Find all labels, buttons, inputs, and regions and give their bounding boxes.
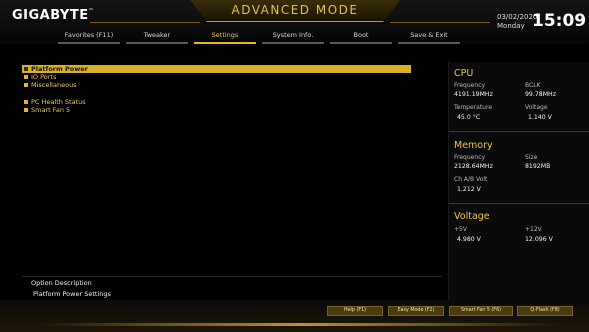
memory-volt-value: 1.212 V	[457, 186, 481, 193]
smart-fan-button[interactable]: Smart Fan 5 (F6)	[449, 306, 513, 316]
bullet-icon	[24, 67, 28, 71]
brand-name: GIGABYTE	[12, 8, 89, 23]
menu-item-io-ports[interactable]: IO Ports	[22, 73, 414, 81]
bullet-icon	[24, 75, 28, 79]
trademark-mark: ™	[88, 8, 95, 14]
voltage-12v-value: 12.096 V	[525, 236, 553, 243]
option-description-title: Option Description	[31, 279, 92, 287]
menu-item-label: IO Ports	[31, 73, 57, 81]
page-title: ADVANCED MODE	[231, 3, 359, 17]
brand-logo: GIGABYTE™	[12, 8, 94, 23]
cpu-title: CPU	[454, 68, 474, 79]
q-flash-button[interactable]: Q-Flash (F8)	[517, 306, 573, 316]
tab-save-exit[interactable]: Save & Exit	[398, 30, 460, 44]
menu-gap	[22, 89, 414, 98]
voltage-12v-label: +12V	[525, 226, 542, 233]
cpu-frequency-value: 4191.19MHz	[454, 91, 493, 98]
option-description-text: Platform Power Settings	[33, 290, 111, 298]
menu-item-platform-power[interactable]: Platform Power	[22, 65, 411, 73]
section-divider	[449, 203, 589, 204]
tab-boot[interactable]: Boot	[330, 30, 392, 44]
memory-frequency-value: 2128.64MHz	[454, 163, 493, 170]
cpu-temperature-label: Temperature	[454, 104, 493, 111]
help-button[interactable]: Help (F1)	[327, 306, 383, 316]
bullet-icon	[24, 83, 28, 87]
cpu-bclk-label: BCLK	[525, 82, 541, 89]
menu-item-smart-fan-5[interactable]: Smart Fan 5	[22, 106, 414, 114]
section-divider	[449, 131, 589, 132]
bottom-glow	[40, 323, 560, 326]
tab-favorites[interactable]: Favorites (F11)	[58, 30, 120, 44]
menu-item-label: PC Health Status	[31, 98, 86, 106]
tab-system-info[interactable]: System Info.	[262, 30, 324, 44]
voltage-5v-value: 4.980 V	[457, 236, 481, 243]
cpu-frequency-label: Frequency	[454, 82, 485, 89]
menu-item-label: Miscellaneous	[31, 81, 77, 89]
menu-item-miscellaneous[interactable]: Miscellaneous	[22, 81, 414, 89]
header-divider-right	[390, 22, 490, 23]
bottom-bar	[0, 300, 589, 332]
memory-title: Memory	[454, 140, 493, 151]
cpu-bclk-value: 99.78MHz	[525, 91, 556, 98]
memory-size-value: 8192MB	[525, 163, 551, 170]
cpu-voltage-label: Voltage	[525, 104, 548, 111]
clock: 15:09	[532, 11, 587, 31]
voltage-title: Voltage	[454, 211, 490, 222]
hardware-monitor-panel: CPU Frequency BCLK 4191.19MHz 99.78MHz T…	[448, 62, 589, 300]
settings-menu: Platform Power IO Ports Miscellaneous PC…	[22, 65, 414, 114]
memory-volt-label: Ch A/B Volt	[454, 176, 488, 183]
bullet-icon	[24, 108, 28, 112]
cpu-voltage-value: 1.140 V	[528, 114, 552, 121]
easy-mode-button[interactable]: Easy Mode (F2)	[388, 306, 444, 316]
menu-item-pc-health-status[interactable]: PC Health Status	[22, 98, 414, 106]
bullet-icon	[24, 100, 28, 104]
tab-settings[interactable]: Settings	[194, 30, 256, 44]
description-divider	[22, 276, 442, 277]
memory-frequency-label: Frequency	[454, 154, 485, 161]
menu-item-label: Smart Fan 5	[31, 106, 71, 114]
memory-size-label: Size	[525, 154, 538, 161]
tab-tweaker[interactable]: Tweaker	[126, 30, 188, 44]
header-divider-left	[90, 22, 200, 23]
menu-item-label: Platform Power	[31, 65, 88, 73]
tab-bar: Favorites (F11) Tweaker Settings System …	[58, 30, 460, 44]
voltage-5v-label: +5V	[454, 226, 467, 233]
cpu-temperature-value: 45.0 °C	[457, 114, 481, 121]
